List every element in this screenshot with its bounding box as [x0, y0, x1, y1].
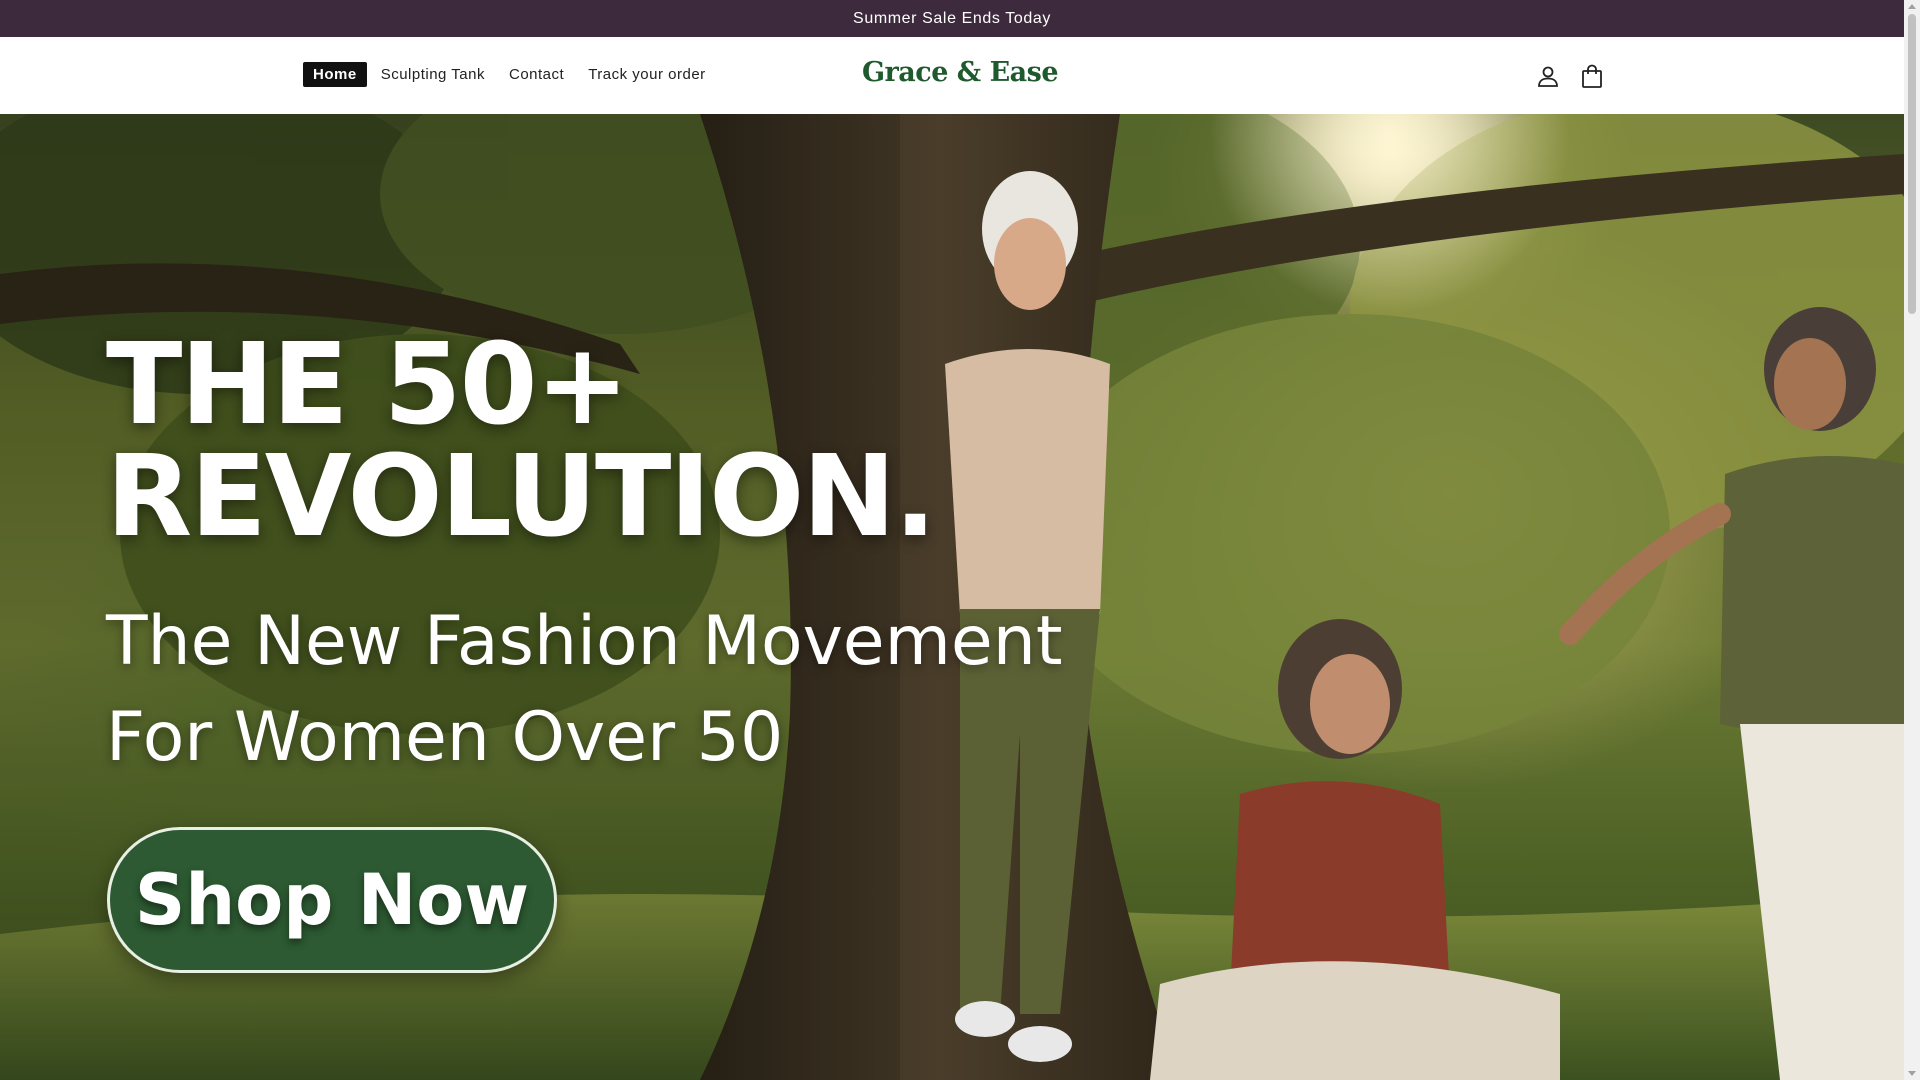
hero-title: THE 50+ REVOLUTION. [106, 320, 937, 562]
hero-title-line2: REVOLUTION. [106, 432, 937, 562]
announcement-text: Summer Sale Ends Today [853, 9, 1051, 27]
header-actions [1533, 61, 1621, 91]
announcement-bar: Summer Sale Ends Today [0, 0, 1904, 37]
nav-track-order[interactable]: Track your order [578, 62, 715, 87]
scroll-down-arrow-icon[interactable] [1908, 1071, 1916, 1076]
hero-subtitle-line1: The New Fashion Movement [106, 602, 1063, 681]
shop-now-button[interactable]: Shop Now [107, 827, 557, 973]
hero-banner: THE 50+ REVOLUTION. The New Fashion Move… [0, 114, 1904, 1080]
scroll-thumb[interactable] [1908, 14, 1916, 314]
hero-title-line1: THE 50+ [106, 320, 629, 450]
page-scrollbar[interactable] [1904, 0, 1920, 1080]
nav-sculpting-tank[interactable]: Sculpting Tank [371, 62, 495, 87]
nav-home[interactable]: Home [303, 62, 367, 87]
nav-contact[interactable]: Contact [499, 62, 574, 87]
hero-subtitle: The New Fashion Movement For Women Over … [106, 594, 1062, 786]
site-logo[interactable]: Grace & Ease [862, 57, 1059, 88]
scroll-up-arrow-icon[interactable] [1908, 4, 1916, 9]
main-nav: Home Sculpting Tank Contact Track your o… [303, 62, 720, 87]
hero-subtitle-line2: For Women Over 50 [106, 698, 784, 777]
site-header: Home Sculpting Tank Contact Track your o… [0, 37, 1904, 114]
page: Summer Sale Ends Today Home Sculpting Ta… [0, 0, 1920, 1080]
account-icon[interactable] [1533, 61, 1563, 91]
cart-icon[interactable] [1577, 61, 1607, 91]
